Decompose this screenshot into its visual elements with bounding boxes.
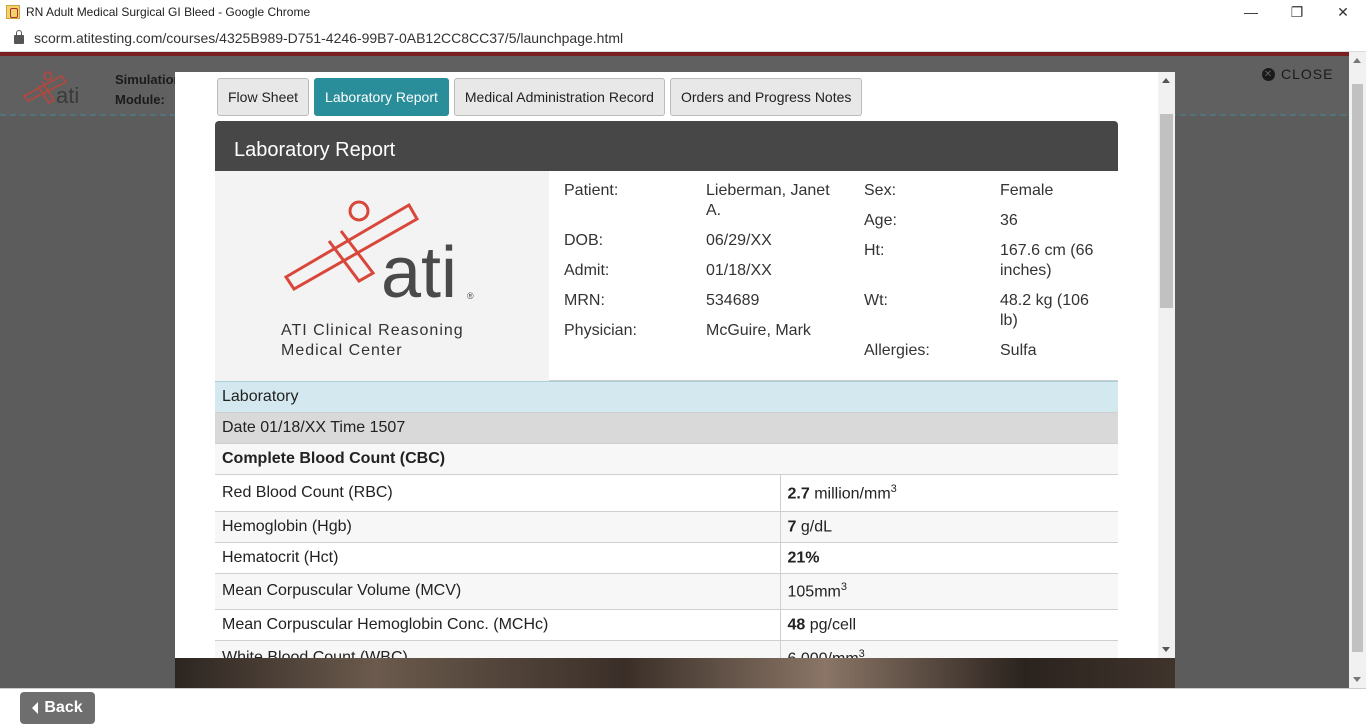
modal-scroll-down-icon[interactable] bbox=[1162, 647, 1170, 652]
age-label: Age: bbox=[864, 212, 897, 229]
module-label: Module: bbox=[115, 92, 165, 107]
mrn-label: MRN: bbox=[564, 292, 605, 309]
back-label: Back bbox=[44, 699, 83, 716]
allergies-value: Sulfa bbox=[1000, 342, 1037, 359]
physician-value: McGuire, Mark bbox=[706, 322, 811, 339]
app-favicon-icon bbox=[6, 5, 20, 19]
ati-logo-icon: ati ® bbox=[283, 200, 474, 307]
lab-unit-exponent: 3 bbox=[890, 482, 897, 495]
sex-value: Female bbox=[1000, 182, 1054, 199]
lab-test-value: 6,000/mm3 bbox=[779, 640, 1118, 658]
simulation-label: Simulation bbox=[115, 72, 182, 87]
lab-test-name: Red Blood Count (RBC) bbox=[215, 475, 780, 512]
close-button[interactable]: ✕ CLOSE bbox=[1262, 66, 1333, 82]
window-title: RN Adult Medical Surgical GI Bleed - Goo… bbox=[26, 5, 311, 19]
patient-info: Patient: Lieberman, Janet A. DOB: 06/29/… bbox=[549, 171, 1118, 380]
table-row: Hematocrit (Hct) 21% bbox=[215, 542, 1118, 574]
background-photo bbox=[175, 658, 1175, 688]
lab-test-value: 7 g/dL bbox=[779, 511, 1118, 543]
tab-medical-administration-record[interactable]: Medical Administration Record bbox=[453, 78, 665, 116]
modal-scroll-up-icon[interactable] bbox=[1162, 78, 1170, 83]
ati-logo-icon: ati bbox=[22, 71, 79, 106]
lab-test-value: 2.7 million/mm3 bbox=[779, 475, 1118, 512]
lab-report-modal: Flow Sheet Laboratory Report Medical Adm… bbox=[175, 72, 1175, 658]
table-row: White Blood Count (WBC)6,000/mm3 bbox=[215, 640, 1118, 658]
lab-test-name: Hematocrit (Hct) bbox=[215, 542, 780, 574]
scroll-up-icon[interactable] bbox=[1353, 58, 1361, 63]
page-scrollbar[interactable] bbox=[1349, 52, 1366, 688]
close-icon: ✕ bbox=[1262, 67, 1275, 81]
lab-test-value: 48 pg/cell bbox=[779, 609, 1118, 641]
admit-value: 01/18/XX bbox=[706, 262, 772, 279]
back-button[interactable]: Back bbox=[20, 692, 95, 724]
lab-value-number: 21% bbox=[787, 549, 820, 567]
patient-header: ati ® ATI Clinical Reasoning Medical Cen… bbox=[215, 171, 1118, 381]
lab-value-unit: 105mm bbox=[787, 583, 841, 601]
lab-test-value: 21% bbox=[779, 542, 1118, 574]
lab-results-table: Laboratory Date 01/18/XX Time 1507 Compl… bbox=[215, 381, 1118, 475]
facility-logo-panel: ati ® ATI Clinical Reasoning Medical Cen… bbox=[215, 171, 549, 381]
lab-value-unit: pg/cell bbox=[805, 616, 856, 634]
laboratory-report: Laboratory Report ati ® ATI Clinical Rea… bbox=[215, 121, 1118, 658]
lab-results-rows: Red Blood Count (RBC) 2.7 million/mm3 Hemo… bbox=[215, 475, 1118, 658]
mrn-value: 534689 bbox=[706, 292, 760, 309]
lab-test-value: 105mm3 bbox=[779, 573, 1118, 610]
lab-test-name: Mean Corpuscular Hemoglobin Conc. (MCHc) bbox=[215, 609, 780, 641]
date-row: Date 01/18/XX Time 1507 bbox=[215, 412, 1118, 444]
lab-test-name: Hemoglobin (Hgb) bbox=[215, 511, 780, 543]
lab-test-name: Mean Corpuscular Volume (MCV) bbox=[215, 573, 780, 610]
physician-label: Physician: bbox=[564, 322, 637, 339]
bottom-bar bbox=[0, 688, 1366, 728]
minimize-button[interactable]: — bbox=[1228, 0, 1274, 24]
scroll-down-icon[interactable] bbox=[1353, 677, 1361, 682]
age-value: 36 bbox=[1000, 212, 1018, 229]
table-row: Mean Corpuscular Volume (MCV) 105mm3 bbox=[215, 573, 1118, 610]
back-arrow-icon bbox=[32, 702, 39, 714]
table-row: Hemoglobin (Hgb) 7 g/dL bbox=[215, 511, 1118, 543]
url-text[interactable]: scorm.atitesting.com/courses/4325B989-D7… bbox=[34, 30, 623, 46]
table-row: Red Blood Count (RBC) 2.7 million/mm3 bbox=[215, 475, 1118, 512]
admit-label: Admit: bbox=[564, 262, 610, 279]
modal-scroll-thumb[interactable] bbox=[1160, 114, 1173, 308]
facility-name-line1: ATI Clinical Reasoning bbox=[281, 322, 464, 339]
modal-scrollbar[interactable] bbox=[1158, 72, 1175, 658]
lab-value-number: 2.7 bbox=[787, 484, 810, 502]
tab-laboratory-report[interactable]: Laboratory Report bbox=[314, 78, 449, 116]
section-row: Laboratory bbox=[215, 381, 1118, 413]
svg-text:ati: ati bbox=[381, 233, 457, 307]
allergies-label: Allergies: bbox=[864, 342, 930, 359]
height-label: Ht: bbox=[864, 242, 885, 259]
weight-label: Wt: bbox=[864, 292, 888, 309]
lab-value-unit: 6,000/mm bbox=[788, 650, 859, 658]
height-value: 167.6 cm (66 inches) bbox=[1000, 242, 1094, 279]
lock-icon bbox=[14, 30, 24, 44]
lab-unit-exponent: 3 bbox=[858, 647, 865, 658]
lab-value-unit: million/mm bbox=[809, 484, 891, 502]
tab-orders-progress-notes[interactable]: Orders and Progress Notes bbox=[669, 78, 863, 116]
report-title: Laboratory Report bbox=[215, 121, 1118, 171]
scroll-thumb[interactable] bbox=[1352, 84, 1363, 652]
cbc-group-row: Complete Blood Count (CBC) bbox=[215, 443, 1118, 475]
tab-flow-sheet[interactable]: Flow Sheet bbox=[217, 78, 310, 116]
window-close-button[interactable]: ✕ bbox=[1320, 0, 1366, 24]
lab-test-name: White Blood Count (WBC) bbox=[215, 640, 780, 658]
report-tabs: Flow Sheet Laboratory Report Medical Adm… bbox=[217, 78, 863, 116]
patient-label: Patient: bbox=[564, 182, 619, 199]
table-row: Mean Corpuscular Hemoglobin Conc. (MCHc)… bbox=[215, 609, 1118, 641]
browser-title-bar: RN Adult Medical Surgical GI Bleed - Goo… bbox=[0, 0, 1366, 24]
lab-value-number: 48 bbox=[787, 616, 806, 634]
lab-value-unit: g/dL bbox=[796, 518, 832, 536]
svg-text:ati: ati bbox=[56, 83, 79, 106]
lab-unit-exponent: 3 bbox=[840, 580, 847, 593]
dob-value: 06/29/XX bbox=[706, 232, 772, 249]
dob-label: DOB: bbox=[564, 232, 604, 249]
weight-value: 48.2 kg (106 lb) bbox=[1000, 292, 1089, 329]
svg-text:®: ® bbox=[467, 291, 474, 301]
address-bar[interactable]: scorm.atitesting.com/courses/4325B989-D7… bbox=[0, 24, 1366, 52]
sex-label: Sex: bbox=[864, 182, 897, 199]
close-label: CLOSE bbox=[1281, 66, 1334, 82]
facility-name-line2: Medical Center bbox=[281, 342, 403, 359]
patient-name: Lieberman, Janet A. bbox=[706, 182, 830, 219]
restore-button[interactable]: ❐ bbox=[1274, 0, 1320, 24]
